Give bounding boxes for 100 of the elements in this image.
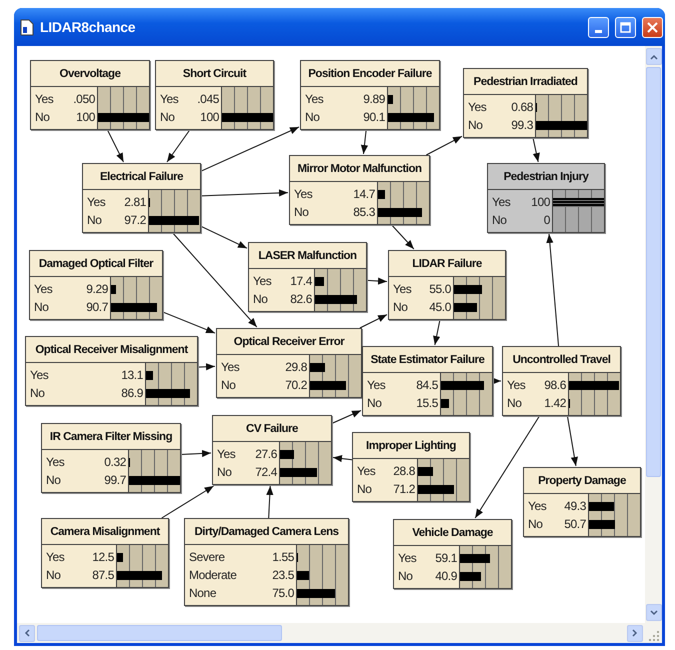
state-probability: 99.3 — [511, 118, 533, 132]
state-probability: 1.55 — [272, 550, 294, 564]
arrow — [161, 486, 214, 518]
caret-down-icon — [650, 610, 658, 616]
state-probability: 98.6 — [544, 378, 566, 392]
state-label: Yes — [357, 464, 376, 478]
state-label: No — [528, 517, 543, 531]
arrow — [332, 454, 352, 462]
maximize-button[interactable] — [615, 16, 636, 38]
minimize-button[interactable] — [588, 16, 609, 38]
arrow — [391, 224, 414, 250]
state-probability: 100 — [76, 110, 95, 124]
network-node[interactable]: Overvoltage Yes .050 No 100 — [30, 60, 150, 130]
network-node[interactable]: Uncontrolled Travel Yes 98.6 No 1.42 — [502, 346, 621, 416]
arrow — [332, 410, 362, 424]
arrow — [492, 377, 502, 385]
state-probability: 23.5 — [272, 568, 294, 582]
network-node[interactable]: State Estimator Failure Yes 84.5 No 15.5 — [362, 346, 493, 416]
node-title: Pedestrian Irradiated — [474, 76, 578, 88]
state-label: Yes — [528, 499, 546, 513]
horizontal-scrollbar[interactable] — [17, 623, 645, 643]
state-probability: 13.1 — [121, 368, 143, 382]
state-probability: 55.0 — [429, 282, 451, 296]
network-node[interactable]: Damaged Optical Filter Yes 9.29 No 90.7 — [29, 250, 163, 320]
state-label: No — [367, 396, 382, 410]
vertical-scrollbar[interactable] — [645, 46, 662, 623]
network-node[interactable]: Dirty/Damaged Camera Lens Severe 1.55 Moderate 23.5 None 75.0 — [184, 518, 349, 606]
state-probability: 50.7 — [564, 517, 586, 531]
arrow — [198, 363, 216, 370]
scroll-thumb[interactable] — [37, 625, 282, 641]
network-node[interactable]: Short Circuit Yes .045 No 100 — [155, 60, 274, 130]
state-label: Yes — [393, 282, 412, 296]
state-probability: 70.2 — [285, 378, 307, 392]
state-label: No — [398, 569, 413, 583]
network-node[interactable]: Pedestrian Injury Yes 100 No 0 — [487, 163, 605, 233]
network-node[interactable]: Optical Receiver Misalignment Yes 13.1 No 86.9 — [25, 336, 198, 406]
state-label: Yes — [398, 551, 416, 565]
network-node[interactable]: Vehicle Damage Yes 59.1 No 40.9 — [393, 519, 512, 589]
state-label: Yes — [46, 455, 64, 469]
close-icon — [647, 22, 658, 32]
scroll-thumb[interactable] — [646, 67, 661, 477]
state-label: No — [507, 396, 522, 410]
node-title: LIDAR Failure — [412, 258, 482, 270]
network-node[interactable]: LIDAR Failure Yes 55.0 No 45.0 — [388, 250, 506, 320]
minimize-icon — [595, 30, 602, 32]
state-probability: 85.3 — [353, 205, 375, 219]
state-probability: 1.42 — [544, 396, 566, 410]
network-node[interactable]: Mirror Motor Malfunction Yes 14.7 No 85.3 — [289, 155, 430, 225]
state-label: No — [294, 205, 309, 219]
network-node[interactable]: Improper Lighting Yes 28.8 No 71.2 — [352, 432, 470, 502]
state-probability: 17.4 — [290, 274, 312, 288]
node-title: Electrical Failure — [100, 170, 184, 182]
node-title: Optical Receiver Error — [234, 336, 344, 348]
state-label: Yes — [87, 195, 106, 209]
network-node[interactable]: Camera Misalignment Yes 12.5 No 87.5 — [41, 518, 169, 588]
node-title: Overvoltage — [60, 68, 120, 80]
state-label: No — [160, 110, 175, 124]
state-probability: 45.0 — [429, 300, 451, 314]
network-node[interactable]: Property Damage Yes 49.3 No 50.7 — [523, 467, 641, 537]
caret-right-icon — [632, 629, 638, 637]
close-button[interactable] — [642, 16, 663, 38]
state-label: No — [253, 292, 268, 306]
network-node[interactable]: Position Encoder Failure Yes 9.89 No 90.1 — [300, 60, 440, 130]
node-title: State Estimator Failure — [370, 354, 484, 366]
state-probability: 90.1 — [363, 110, 385, 124]
arrow — [107, 130, 124, 162]
state-label: Yes — [507, 378, 526, 392]
network-node[interactable]: Pedestrian Irradiated Yes 0.68 No 99.3 — [463, 68, 588, 138]
state-probability: 71.2 — [393, 482, 415, 496]
state-label: No — [30, 386, 45, 400]
network-node[interactable]: LASER Malfunction Yes 17.4 No 82.6 — [248, 242, 367, 312]
node-title: Damaged Optical Filter — [38, 258, 154, 270]
state-probability: 2.81 — [124, 195, 146, 209]
state-label: No — [217, 465, 232, 479]
network-node[interactable]: Electrical Failure Yes 2.81 No 97.2 — [82, 163, 201, 233]
node-title: Short Circuit — [182, 68, 246, 80]
node-title: Dirty/Damaged Camera Lens — [194, 526, 339, 538]
state-probability: 82.6 — [290, 292, 312, 306]
node-title: IR Camera Filter Missing — [50, 430, 172, 442]
scroll-right-button[interactable] — [627, 624, 643, 642]
arrow — [166, 130, 190, 162]
scroll-down-button[interactable] — [646, 604, 662, 621]
state-label: Yes — [221, 360, 240, 374]
scroll-left-button[interactable] — [19, 624, 35, 642]
state-label: No — [34, 300, 49, 314]
state-probability: 29.8 — [285, 360, 307, 374]
state-probability: 27.6 — [255, 447, 277, 461]
state-probability: 14.7 — [353, 187, 375, 201]
scroll-up-button[interactable] — [646, 48, 662, 65]
node-title: Vehicle Damage — [412, 526, 493, 538]
network-node[interactable]: CV Failure Yes 27.6 No 72.4 — [212, 415, 332, 485]
state-probability: 84.5 — [416, 378, 438, 392]
node-title: Pedestrian Injury — [504, 170, 588, 182]
state-label: No — [46, 473, 61, 487]
state-probability: 0 — [544, 213, 550, 227]
state-label: No — [492, 213, 507, 227]
document-icon — [20, 18, 34, 36]
network-node[interactable]: Optical Receiver Error Yes 29.8 No 70.2 — [216, 328, 362, 398]
state-label: Yes — [35, 92, 54, 106]
network-node[interactable]: IR Camera Filter Missing Yes 0.32 No 99.7 — [41, 423, 181, 493]
